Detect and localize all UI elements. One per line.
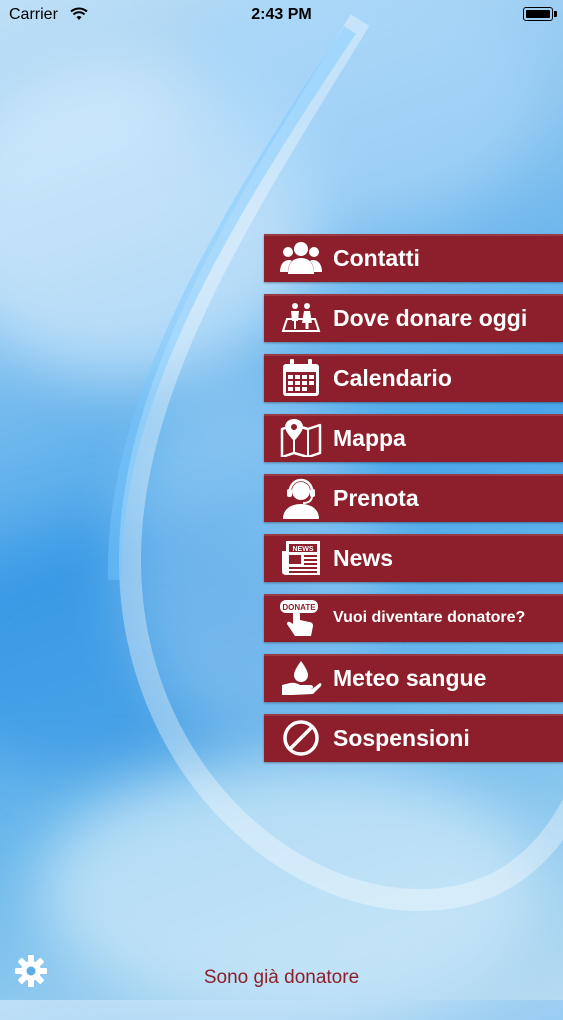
menu-item-meteo-sangue[interactable]: Meteo sangue [264,654,563,702]
headset-operator-icon [279,476,323,520]
status-bar: Carrier 2:43 PM [0,0,563,30]
menu-item-calendario[interactable]: Calendario [264,354,563,402]
newspaper-icon: NEWS [279,536,323,580]
people-group-icon [279,236,323,280]
menu-item-label: Sospensioni [333,724,470,751]
menu-item-label: Prenota [333,484,419,511]
status-time: 2:43 PM [251,6,312,23]
prohibited-icon [279,716,323,760]
menu-item-label: Calendario [333,364,452,391]
menu-item-contatti[interactable]: Contatti [264,234,563,282]
news-icon-text: NEWS [293,546,314,553]
couple-location-icon [279,296,323,340]
menu-item-label: Mappa [333,424,406,451]
menu-item-label: Meteo sangue [333,664,487,691]
menu-item-vuoi-diventare-donatore[interactable]: DONATE Vuoi diventare donatore? [264,594,563,642]
menu-item-label: Dove donare oggi [333,304,528,331]
calendar-icon [279,356,323,400]
blood-drop-hand-icon [279,656,323,700]
menu-item-label: Vuoi diventare donatore? [333,609,526,626]
menu-item-sospensioni[interactable]: Sospensioni [264,714,563,762]
menu-item-label: News [333,544,394,571]
map-pin-icon [279,416,323,460]
sono-gia-donatore-link[interactable]: Sono già donatore [0,967,563,989]
donate-hand-icon: DONATE [279,596,323,640]
main-menu: Contatti Dove donare oggi Calendario Map… [264,234,563,774]
menu-item-dove-donare-oggi[interactable]: Dove donare oggi [264,294,563,342]
menu-item-label: Contatti [333,244,420,271]
menu-item-mappa[interactable]: Mappa [264,414,563,462]
donate-icon-text: DONATE [282,603,316,612]
menu-item-prenota[interactable]: Prenota [264,474,563,522]
battery-icon [523,7,553,21]
battery-tip [554,11,557,17]
menu-item-news[interactable]: NEWS News [264,534,563,582]
